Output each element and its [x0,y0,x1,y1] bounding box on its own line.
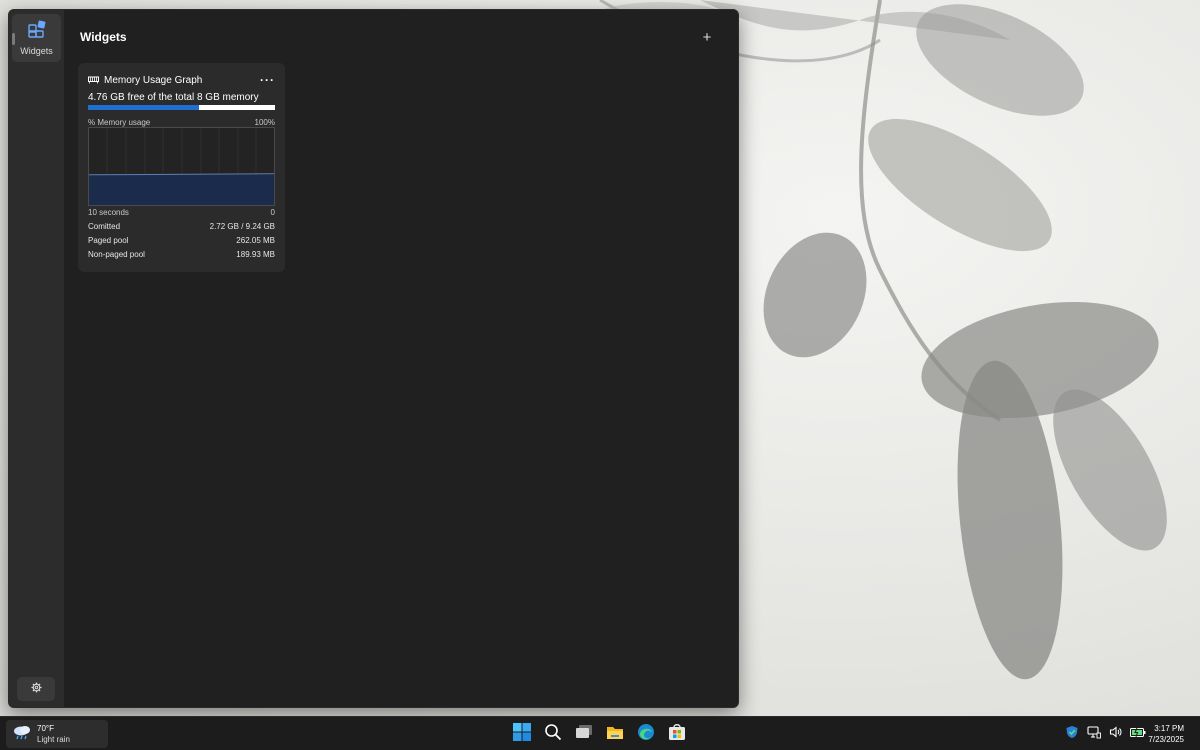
weather-temperature: 70°F [37,724,54,733]
memory-usage-bar [88,105,275,110]
stat-row-committed: Comitted 2.72 GB / 9.24 GB [88,222,275,231]
stat-value: 2.72 GB / 9.24 GB [209,222,275,231]
rail-selected-indicator [12,33,15,45]
clock-button[interactable]: 3:17 PM 7/23/2025 [1148,723,1184,745]
gear-icon [30,680,42,698]
usage-area [89,174,274,205]
widgets-icon [27,20,46,43]
axis-label-left: 10 seconds [88,208,129,217]
system-tray [1064,725,1146,743]
clock-time: 3:17 PM [1154,724,1184,733]
widget-header: Memory Usage Graph ··· [88,73,275,87]
weather-widget-button[interactable]: 70°F Light rain [6,720,108,748]
clock-date: 7/23/2025 [1148,735,1184,744]
start-button[interactable] [510,722,534,746]
volume-tray-button[interactable] [1108,725,1124,744]
widgets-nav-rail: Widgets [9,10,64,707]
stat-label: Paged pool [88,236,129,245]
stat-row-paged-pool: Paged pool 262.05 MB [88,236,275,245]
network-tray-button[interactable] [1086,725,1102,744]
taskbar-apps [510,722,689,746]
file-explorer-button[interactable] [603,722,627,746]
battery-charging-icon [1130,725,1146,743]
store-icon [668,723,686,746]
shield-icon [1065,725,1079,744]
defender-tray-button[interactable] [1064,725,1080,744]
graph-label-right: 100% [254,118,275,127]
search-icon [544,723,562,746]
stat-value: 189.93 MB [236,250,275,259]
cloud-rain-icon [12,724,32,745]
axis-label-right: 0 [270,208,275,217]
stat-row-non-paged-pool: Non-paged pool 189.93 MB [88,250,275,259]
edge-browser-button[interactable] [634,722,658,746]
task-view-button[interactable] [572,722,596,746]
battery-tray-button[interactable] [1130,726,1146,742]
graph-axis-row: 10 seconds 0 [88,208,275,217]
start-icon [513,722,531,746]
speaker-icon [1109,725,1123,744]
graph-label-left: % Memory usage [88,118,151,127]
stat-label: Non-paged pool [88,250,145,259]
taskbar: 70°F Light rain 3:17 PM 7/23/2025 [0,716,1200,750]
weather-condition: Light rain [37,735,70,744]
graph-label-row: % Memory usage 100% [88,118,275,127]
memory-usage-graph [88,127,275,206]
stat-label: Comitted [88,222,121,231]
widgets-board: Widgets Widgets + Memory Usage Graph ···… [8,9,739,708]
file-explorer-icon [606,724,624,745]
memory-usage-widget: Memory Usage Graph ··· 4.76 GB free of t… [78,63,285,272]
search-button[interactable] [541,722,565,746]
microsoft-store-button[interactable] [665,722,689,746]
settings-button[interactable] [17,677,55,701]
add-widget-button[interactable]: + [698,28,716,46]
rail-item-label: Widgets [20,46,53,56]
memory-chip-icon [88,71,99,89]
more-options-button[interactable]: ··· [260,74,275,86]
widget-title: Memory Usage Graph [104,74,203,86]
edge-icon [637,723,655,746]
page-title: Widgets [80,30,127,44]
stat-value: 262.05 MB [236,236,275,245]
task-view-icon [575,724,593,745]
network-icon [1087,725,1101,744]
memory-free-text: 4.76 GB free of the total 8 GB memory [88,92,259,103]
rail-item-widgets[interactable]: Widgets [12,14,61,62]
memory-usage-bar-fill [88,105,200,110]
